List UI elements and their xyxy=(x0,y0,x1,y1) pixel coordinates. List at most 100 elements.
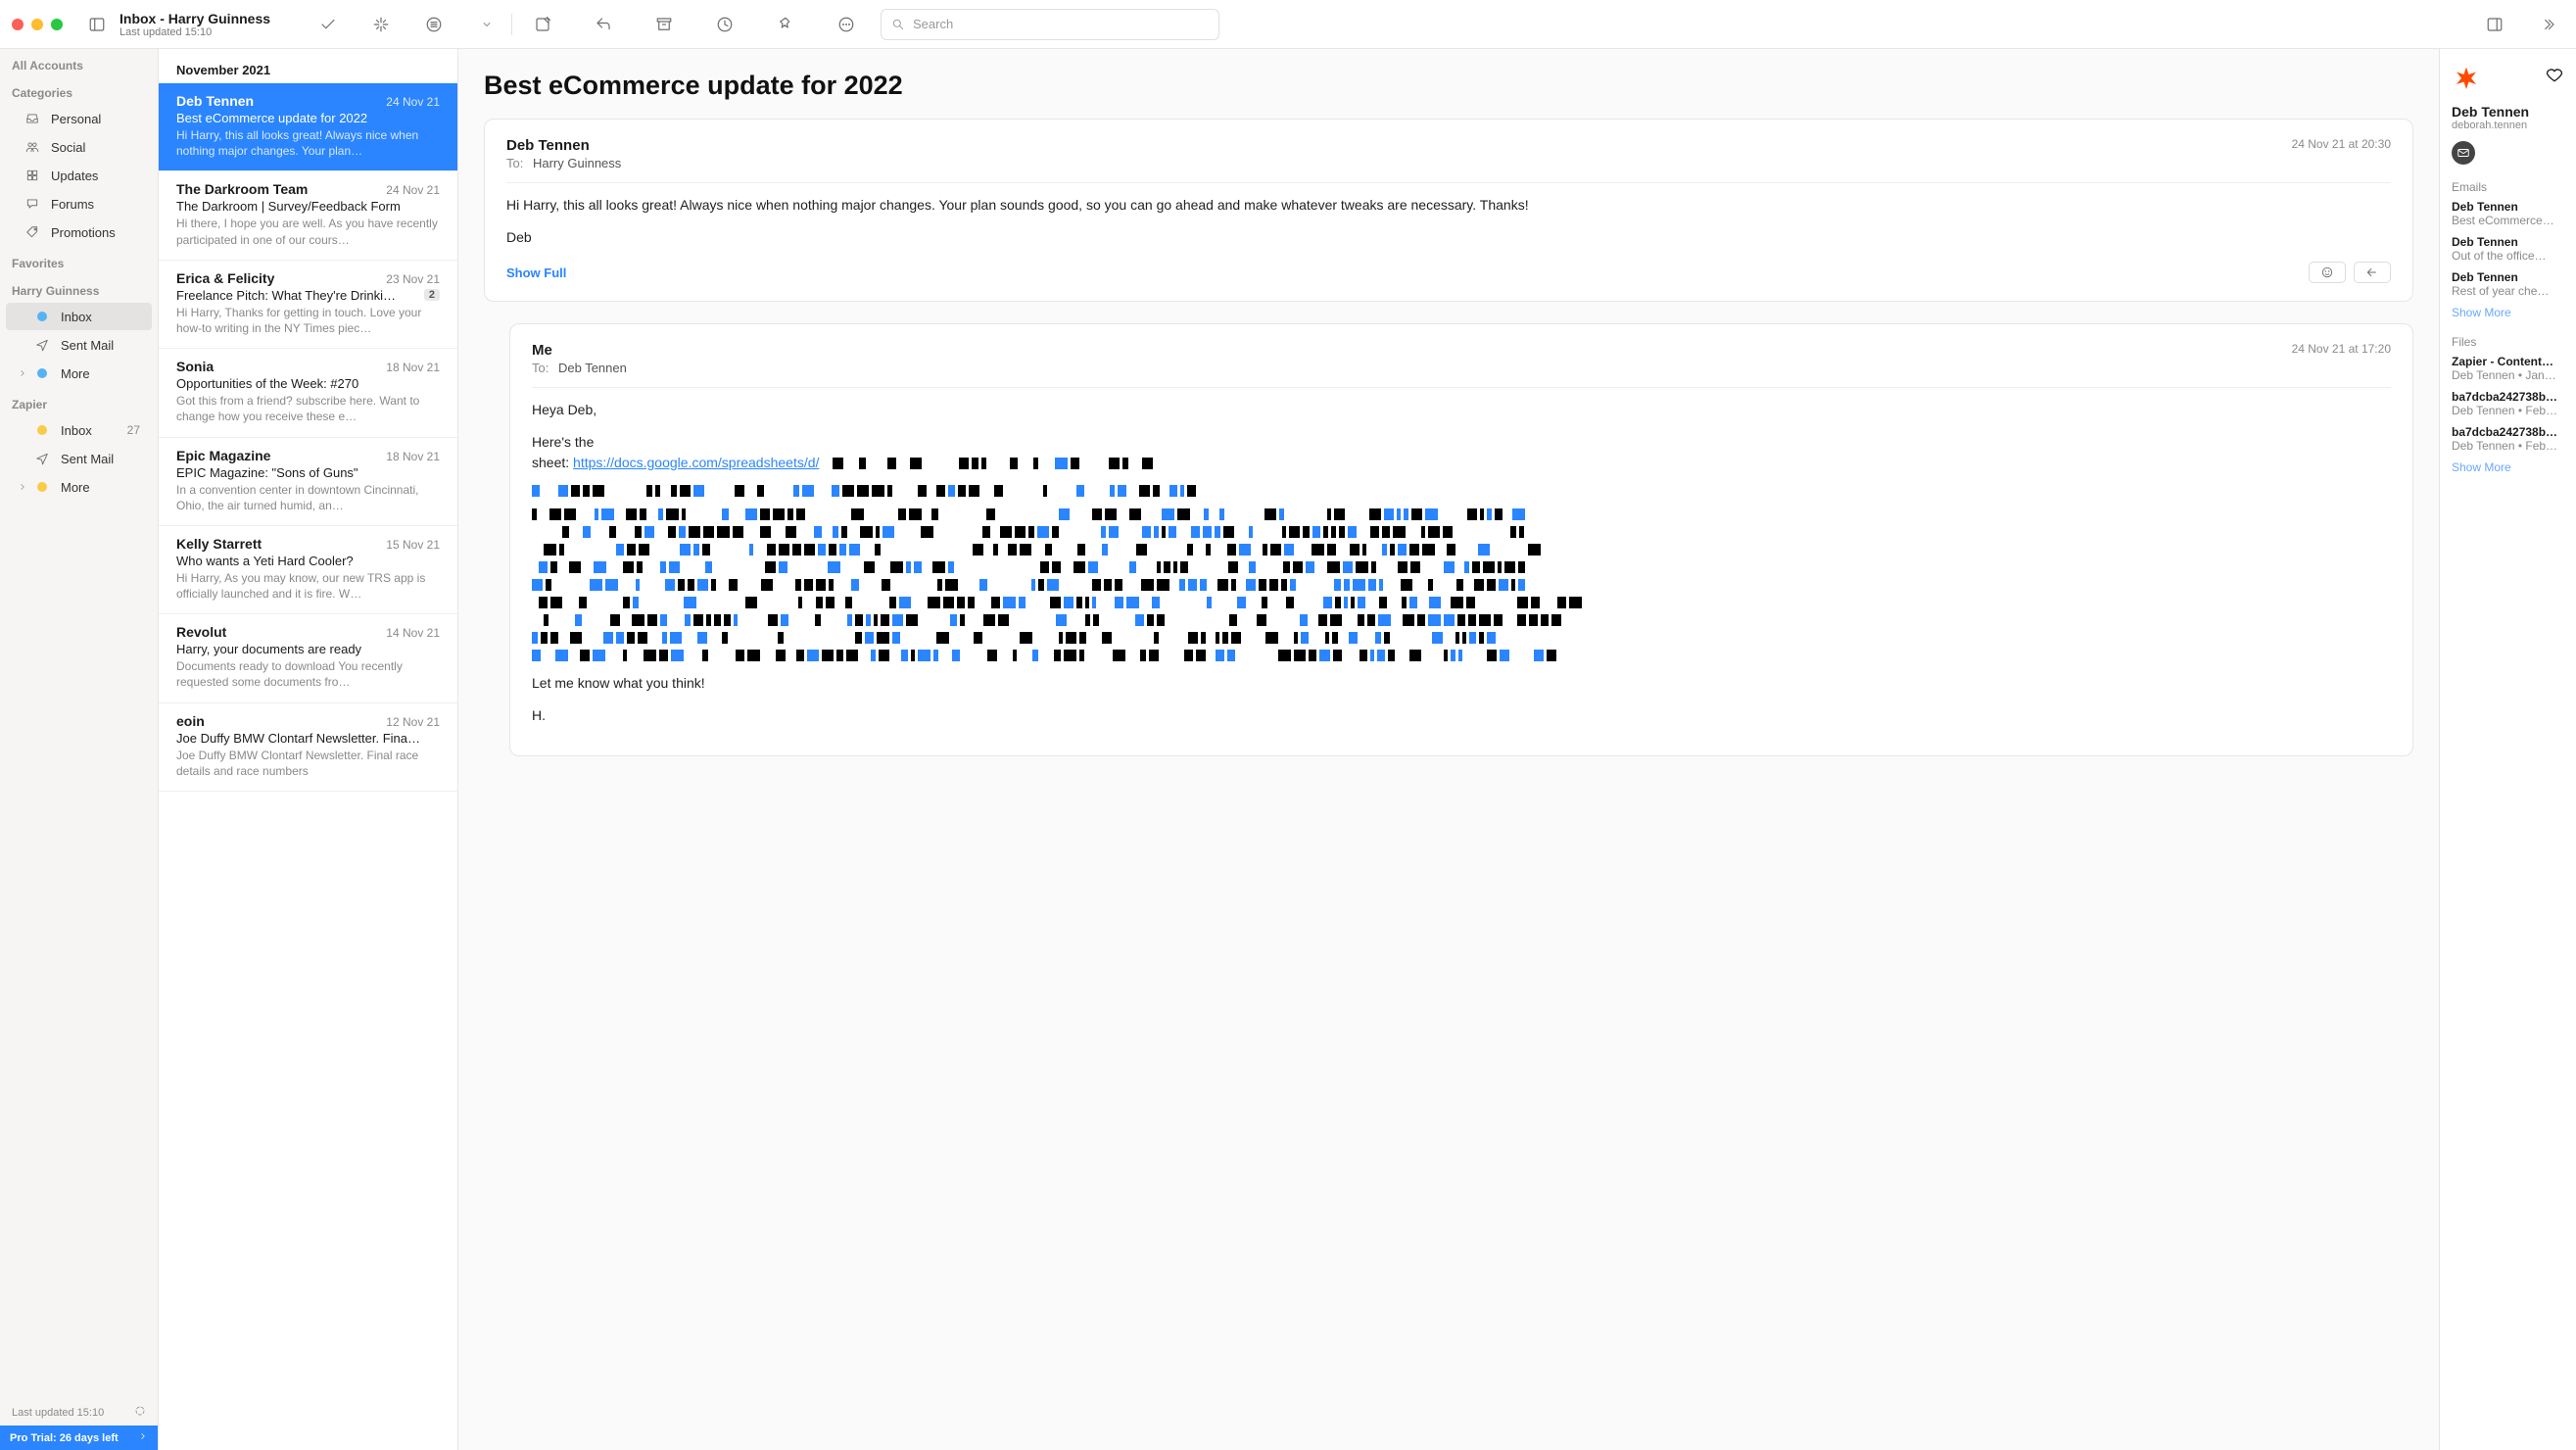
related-file[interactable]: ba7dcba242738b…Deb Tennen • Feb… xyxy=(2452,425,2564,453)
show-full-button[interactable]: Show Full xyxy=(506,266,566,280)
zapier-logo-icon xyxy=(2452,65,2481,94)
entry-subtitle: Deb Tennen • Jan… xyxy=(2452,368,2564,382)
entry-title: ba7dcba242738b… xyxy=(2452,425,2564,439)
sync-spinner-icon[interactable] xyxy=(134,1405,146,1420)
message-row[interactable]: Revolut14 Nov 21Harry, your documents ar… xyxy=(159,614,457,702)
related-email[interactable]: Deb TennenBest eCommerce… xyxy=(2452,200,2564,227)
sidebar-item-sent-mail[interactable]: Sent Mail xyxy=(6,331,152,359)
reader-pane[interactable]: Best eCommerce update for 2022 Deb Tenne… xyxy=(458,49,2439,1450)
tray-icon xyxy=(24,110,41,127)
sent-icon xyxy=(33,450,51,467)
sidebar-item-personal[interactable]: Personal xyxy=(6,105,152,132)
sheet-link[interactable]: https://docs.google.com/spreadsheets/d/ xyxy=(573,455,819,470)
message-row[interactable]: Deb Tennen24 Nov 21Best eCommerce update… xyxy=(159,83,457,171)
message-from: Deb Tennen xyxy=(506,137,621,154)
message-row[interactable]: Kelly Starrett15 Nov 21Who wants a Yeti … xyxy=(159,526,457,614)
message-sender: eoin xyxy=(176,713,205,729)
sidebar-item-label: Sent Mail xyxy=(61,452,114,466)
message-row[interactable]: Erica & Felicity23 Nov 21Freelance Pitch… xyxy=(159,261,457,349)
message-sender: Erica & Felicity xyxy=(176,270,274,286)
chevron-down-icon[interactable] xyxy=(470,8,503,41)
message-subject: Opportunities of the Week: #270 xyxy=(176,376,358,391)
window-subtitle: Last updated 15:10 xyxy=(119,26,296,38)
related-email[interactable]: Deb TennenRest of year che… xyxy=(2452,270,2564,298)
search-input[interactable] xyxy=(913,17,1209,31)
react-button[interactable] xyxy=(2309,262,2346,283)
sidebar-item-label: More xyxy=(61,480,90,495)
chevron-right-icon xyxy=(18,480,31,495)
thread-count-badge: 2 xyxy=(424,289,440,301)
dot-icon xyxy=(33,478,51,496)
sent-icon xyxy=(33,336,51,354)
compose-icon[interactable] xyxy=(526,8,559,41)
toggle-sidebar-icon[interactable] xyxy=(80,8,114,41)
all-accounts-label[interactable]: All Accounts xyxy=(0,49,158,76)
search-box[interactable] xyxy=(881,9,1219,40)
contact-panel: Deb Tennen deborah.tennen Emails Deb Ten… xyxy=(2439,49,2576,1450)
message-list[interactable]: November 2021 Deb Tennen24 Nov 21Best eC… xyxy=(159,49,458,1450)
window-controls xyxy=(12,19,63,30)
sidebar-item-inbox[interactable]: Inbox xyxy=(6,303,152,330)
redacted-block xyxy=(532,485,2391,499)
sidebar-item-more[interactable]: More xyxy=(6,360,152,387)
contact-name: Deb Tennen xyxy=(2452,104,2564,120)
show-more-files[interactable]: Show More xyxy=(2452,460,2564,474)
message-row[interactable]: Epic Magazine18 Nov 21EPIC Magazine: "So… xyxy=(159,438,457,526)
show-more-emails[interactable]: Show More xyxy=(2452,306,2564,319)
sidebar-item-updates[interactable]: Updates xyxy=(6,162,152,189)
sidebar: All Accounts Categories PersonalSocialUp… xyxy=(0,49,159,1450)
body-line: Heya Deb, xyxy=(532,400,2391,420)
reply-icon[interactable] xyxy=(587,8,620,41)
sparkle-icon[interactable] xyxy=(364,8,398,41)
related-file[interactable]: ba7dcba242738b…Deb Tennen • Feb… xyxy=(2452,390,2564,417)
trial-banner[interactable]: Pro Trial: 26 days left xyxy=(0,1426,158,1450)
sidebar-item-label: More xyxy=(61,366,90,381)
sidebar-item-social[interactable]: Social xyxy=(6,133,152,161)
message-date: 24 Nov 21 xyxy=(386,183,440,197)
redacted-block xyxy=(532,508,2391,663)
mark-read-icon[interactable] xyxy=(311,8,345,41)
list-circle-icon[interactable] xyxy=(417,8,451,41)
entry-subtitle: Best eCommerce… xyxy=(2452,214,2564,227)
maximize-window[interactable] xyxy=(51,19,63,30)
body-line: Let me know what you think! xyxy=(532,673,2391,694)
to-label: To: xyxy=(506,156,523,170)
sidebar-item-promotions[interactable]: Promotions xyxy=(6,218,152,246)
entry-title: Deb Tennen xyxy=(2452,200,2564,214)
separator xyxy=(511,14,512,35)
message-sender: The Darkroom Team xyxy=(176,181,308,197)
toggle-right-panel-icon[interactable] xyxy=(2478,8,2511,41)
message-date: 23 Nov 21 xyxy=(386,272,440,286)
sync-status-text: Last updated 15:10 xyxy=(12,1407,104,1419)
message-sender: Deb Tennen xyxy=(176,93,254,109)
sidebar-footer: Last updated 15:10 Pro Trial: 26 days le… xyxy=(0,1399,158,1450)
message-subject: The Darkroom | Survey/Feedback Form xyxy=(176,199,401,214)
chevron-right-icon xyxy=(18,366,31,381)
snooze-icon[interactable] xyxy=(708,8,741,41)
message-date: 12 Nov 21 xyxy=(386,715,440,729)
archive-icon[interactable] xyxy=(647,8,681,41)
message-to: Harry Guinness xyxy=(533,156,621,170)
message-row[interactable]: The Darkroom Team 24 Nov 21 The Darkroom |… xyxy=(159,171,457,260)
related-file[interactable]: Zapier - Content…Deb Tennen • Jan… xyxy=(2452,355,2564,382)
sidebar-item-sent-mail[interactable]: Sent Mail xyxy=(6,445,152,472)
message-to-line: To: Harry Guinness xyxy=(506,156,621,170)
message-timestamp: 24 Nov 21 at 20:30 xyxy=(2292,137,2391,151)
sidebar-item-inbox[interactable]: Inbox27 xyxy=(6,416,152,444)
message-row[interactable]: eoin12 Nov 21Joe Duffy BMW Clontarf News… xyxy=(159,703,457,792)
more-icon[interactable] xyxy=(830,8,863,41)
close-window[interactable] xyxy=(12,19,24,30)
sidebar-item-more[interactable]: More xyxy=(6,473,152,501)
mail-round-icon[interactable] xyxy=(2452,141,2475,165)
people-icon xyxy=(24,138,41,156)
related-email[interactable]: Deb TennenOut of the office… xyxy=(2452,235,2564,263)
sidebar-item-forums[interactable]: Forums xyxy=(6,190,152,218)
message-row[interactable]: Sonia18 Nov 21Opportunities of the Week:… xyxy=(159,349,457,437)
pin-icon[interactable] xyxy=(769,8,802,41)
quick-reply-button[interactable] xyxy=(2354,262,2391,283)
list-section-header: November 2021 xyxy=(159,49,457,83)
minimize-window[interactable] xyxy=(31,19,43,30)
overflow-icon[interactable] xyxy=(2531,8,2564,41)
favorite-icon[interactable] xyxy=(2545,65,2564,87)
chat-icon xyxy=(24,195,41,213)
